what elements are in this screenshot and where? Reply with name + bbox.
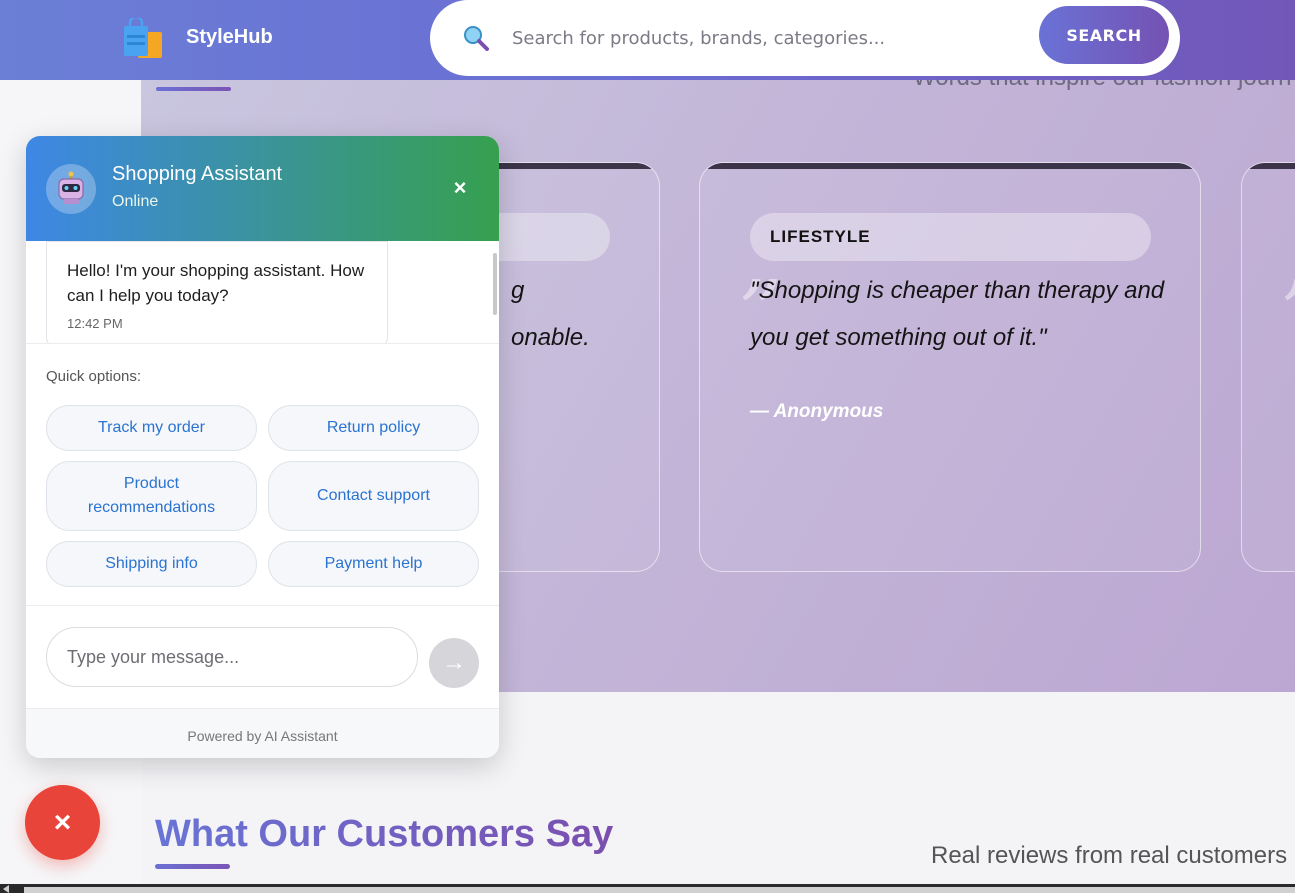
bot-message: Hello! I'm your shopping assistant. How …: [46, 241, 388, 343]
chat-status: Online: [112, 193, 159, 210]
message-list[interactable]: Hello! I'm your shopping assistant. How …: [26, 241, 499, 343]
chat-footer: Powered by AI Assistant: [26, 708, 499, 758]
quote-card-accent: [700, 163, 1200, 169]
quick-options-label: Quick options:: [46, 368, 142, 385]
quote-card: LIFESTYLE ” "Shopping is cheaper than th…: [699, 162, 1201, 572]
quote-author: — Anonymous: [750, 401, 884, 422]
quote-text: "Shopping is cheaper than therapy and yo…: [750, 277, 1165, 351]
customers-title-underline: [155, 864, 230, 869]
bot-avatar: [46, 164, 96, 214]
search-icon: [464, 26, 489, 51]
message-timestamp: 12:42 PM: [67, 316, 123, 331]
robot-icon: [58, 171, 84, 204]
brand-name[interactable]: StyleHub: [186, 26, 273, 49]
quick-option-product-recommendations[interactable]: Product recommendations: [46, 461, 257, 531]
quick-option-contact-support[interactable]: Contact support: [268, 461, 479, 531]
quick-option-payment-help[interactable]: Payment help: [268, 541, 479, 587]
search-bar: SEARCH: [430, 0, 1180, 76]
chat-input-area: →: [26, 606, 499, 708]
shopping-bags-icon[interactable]: [121, 18, 165, 62]
customers-section-subtitle: Real reviews from real customers: [931, 842, 1288, 869]
message-text: Hello! I'm your shopping assistant. How …: [67, 261, 365, 305]
customers-section-title: What Our Customers Say: [155, 813, 614, 855]
chat-title: Shopping Assistant: [112, 163, 283, 185]
message-scrollbar[interactable]: [493, 253, 497, 315]
search-button[interactable]: SEARCH: [1039, 6, 1169, 64]
quote-text-line: g: [511, 277, 525, 304]
quotes-title-underline: [156, 87, 231, 91]
quick-option-return-policy[interactable]: Return policy: [268, 405, 479, 451]
quick-option-shipping-info[interactable]: Shipping info: [46, 541, 257, 587]
scrollbar-thumb[interactable]: [24, 887, 1295, 893]
send-button[interactable]: →: [429, 638, 479, 688]
chat-header: Shopping Assistant Online ×: [26, 136, 499, 241]
quote-mark-icon: ”: [1280, 263, 1295, 363]
chat-message-input[interactable]: [46, 627, 418, 687]
scroll-left-arrow-icon[interactable]: [3, 885, 9, 893]
site-header: StyleHub SEARCH: [0, 0, 1295, 80]
quote-text-line: onable.: [511, 324, 590, 351]
search-input[interactable]: [512, 22, 942, 54]
chat-toggle-close-button[interactable]: ×: [25, 785, 100, 860]
quote-text: g onable.: [511, 267, 659, 361]
quote-card-accent: [1242, 163, 1295, 169]
quick-option-track-order[interactable]: Track my order: [46, 405, 257, 451]
chat-widget: Shopping Assistant Online × Hello! I'm y…: [26, 136, 499, 758]
quick-options: Quick options: Track my order Return pol…: [26, 343, 499, 606]
close-icon[interactable]: ×: [448, 176, 472, 200]
quote-card: ”: [1241, 162, 1295, 572]
quote-tag: LIFESTYLE: [750, 213, 1151, 261]
horizontal-scrollbar[interactable]: [0, 884, 1295, 893]
